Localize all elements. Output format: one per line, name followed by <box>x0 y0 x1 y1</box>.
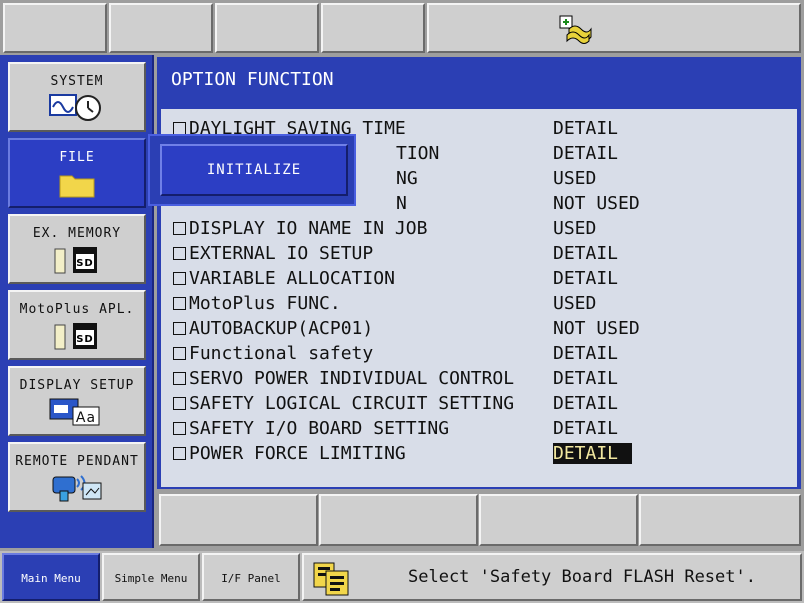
top-button-2[interactable] <box>109 3 213 53</box>
page-title: OPTION FUNCTION <box>161 63 797 109</box>
sidebar-item-remote-pendant[interactable]: REMOTE PENDANT <box>8 442 146 512</box>
list-item[interactable]: VARIABLE ALLOCATION DETAIL <box>171 268 791 293</box>
message-box: Select 'Safety Board FLASH Reset'. <box>302 553 802 601</box>
multi-window-icon <box>559 15 592 44</box>
list-item[interactable]: POWER FORCE LIMITING DETAIL <box>171 443 791 468</box>
list-item[interactable]: DISPLAY IO NAME IN JOB USED <box>171 218 791 243</box>
top-button-1[interactable] <box>3 3 107 53</box>
main-menu-sidebar: SYSTEM FILE EX. MEMORY SD MotoPlus APL. … <box>0 55 154 548</box>
svg-text:SD: SD <box>76 334 94 345</box>
sidebar-item-label: MotoPlus APL. <box>19 302 135 317</box>
list-item[interactable]: EXTERNAL IO SETUP DETAIL <box>171 243 791 268</box>
checkbox-icon <box>173 272 186 285</box>
list-item[interactable]: SERVO POWER INDIVIDUAL CONTROL DETAIL <box>171 368 791 393</box>
sd-card-icon: SD <box>54 323 97 350</box>
top-button-3[interactable] <box>215 3 319 53</box>
option-value[interactable]: DETAIL <box>553 243 618 264</box>
sidebar-item-label: FILE <box>59 150 95 165</box>
option-value[interactable]: DETAIL <box>553 118 618 139</box>
checkbox-icon <box>173 247 186 260</box>
file-submenu: INITIALIZE <box>148 134 356 206</box>
initialize-menu-item[interactable]: INITIALIZE <box>160 144 348 196</box>
function-button-3[interactable] <box>479 494 638 546</box>
sidebar-item-label: DISPLAY SETUP <box>19 378 135 393</box>
svg-text:Aa: Aa <box>76 410 96 426</box>
sidebar-item-motoplus-apl[interactable]: MotoPlus APL. SD <box>8 290 146 360</box>
option-name: MotoPlus FUNC. <box>189 293 341 314</box>
sidebar-item-label: EX. MEMORY <box>32 226 122 241</box>
option-value[interactable]: NOT USED <box>553 318 640 339</box>
list-item[interactable]: SAFETY I/O BOARD SETTING DETAIL <box>171 418 791 443</box>
option-value[interactable]: USED <box>553 168 596 189</box>
sidebar-item-ex-memory[interactable]: EX. MEMORY SD <box>8 214 146 284</box>
list-item[interactable]: SAFETY LOGICAL CIRCUIT SETTING DETAIL <box>171 393 791 418</box>
option-name: DISPLAY IO NAME IN JOB <box>189 218 428 239</box>
top-button-4[interactable] <box>321 3 425 53</box>
option-name-fragment: N <box>396 193 407 214</box>
option-value[interactable]: DETAIL <box>553 143 618 164</box>
sidebar-item-label: REMOTE PENDANT <box>15 454 139 469</box>
message-clipboard-icon <box>313 562 349 596</box>
option-name: VARIABLE ALLOCATION <box>189 268 395 289</box>
system-clock-icon <box>49 94 101 121</box>
sidebar-item-label: SYSTEM <box>50 74 104 89</box>
sidebar-item-file[interactable]: FILE <box>8 138 146 208</box>
tab-main-menu[interactable]: Main Menu <box>2 553 100 601</box>
option-value[interactable]: DETAIL <box>553 343 618 364</box>
option-name-fragment: TION <box>396 143 440 164</box>
checkbox-icon <box>173 222 186 235</box>
checkbox-icon <box>173 322 186 335</box>
list-item[interactable]: MotoPlus FUNC. USED <box>171 293 791 318</box>
option-name: SERVO POWER INDIVIDUAL CONTROL <box>189 368 515 389</box>
option-name: POWER FORCE LIMITING <box>189 443 406 464</box>
checkbox-icon <box>173 372 186 385</box>
option-value[interactable]: NOT USED <box>553 193 640 214</box>
sidebar-item-system[interactable]: SYSTEM <box>8 62 146 132</box>
top-status-area[interactable] <box>427 3 801 53</box>
list-item[interactable]: AUTOBACKUP(ACP01) NOT USED <box>171 318 791 343</box>
option-name: SAFETY I/O BOARD SETTING <box>189 418 450 439</box>
option-name: Functional safety <box>189 343 374 364</box>
option-name-fragment: NG <box>396 168 418 189</box>
remote-pendant-icon <box>52 475 102 502</box>
option-value[interactable]: DETAIL <box>553 418 618 439</box>
function-button-2[interactable] <box>319 494 478 546</box>
checkbox-icon <box>173 347 186 360</box>
checkbox-icon <box>173 397 186 410</box>
option-value[interactable]: USED <box>553 218 596 239</box>
checkbox-icon <box>173 422 186 435</box>
svg-text:SD: SD <box>76 258 94 269</box>
tab-simple-menu[interactable]: Simple Menu <box>102 553 200 601</box>
option-name: AUTOBACKUP(ACP01) <box>189 318 374 339</box>
option-name: EXTERNAL IO SETUP <box>189 243 374 264</box>
function-button-1[interactable] <box>159 494 318 546</box>
option-value[interactable]: USED <box>553 293 596 314</box>
folder-icon <box>59 175 95 198</box>
checkbox-icon <box>173 297 186 310</box>
function-button-4[interactable] <box>639 494 801 546</box>
option-value[interactable]: DETAIL <box>553 393 618 414</box>
sd-card-icon: SD <box>54 247 97 274</box>
option-function-list: OPTION FUNCTION DAYLIGHT SAVING TIME DET… <box>161 63 797 487</box>
tab-if-panel[interactable]: I/F Panel <box>202 553 300 601</box>
sidebar-item-display-setup[interactable]: DISPLAY SETUP Aa <box>8 366 146 436</box>
status-message: Select 'Safety Board FLASH Reset'. <box>408 567 756 587</box>
option-value-selected[interactable]: DETAIL <box>553 443 633 464</box>
main-panel: OPTION FUNCTION DAYLIGHT SAVING TIME DET… <box>157 57 801 489</box>
option-value[interactable]: DETAIL <box>553 368 618 389</box>
status-bar: Main Menu Simple Menu I/F Panel Select '… <box>0 551 804 603</box>
option-name: SAFETY LOGICAL CIRCUIT SETTING <box>189 393 515 414</box>
display-font-icon: Aa <box>49 398 100 426</box>
option-value[interactable]: DETAIL <box>553 268 618 289</box>
checkbox-icon <box>173 447 186 460</box>
list-item[interactable]: Functional safety DETAIL <box>171 343 791 368</box>
